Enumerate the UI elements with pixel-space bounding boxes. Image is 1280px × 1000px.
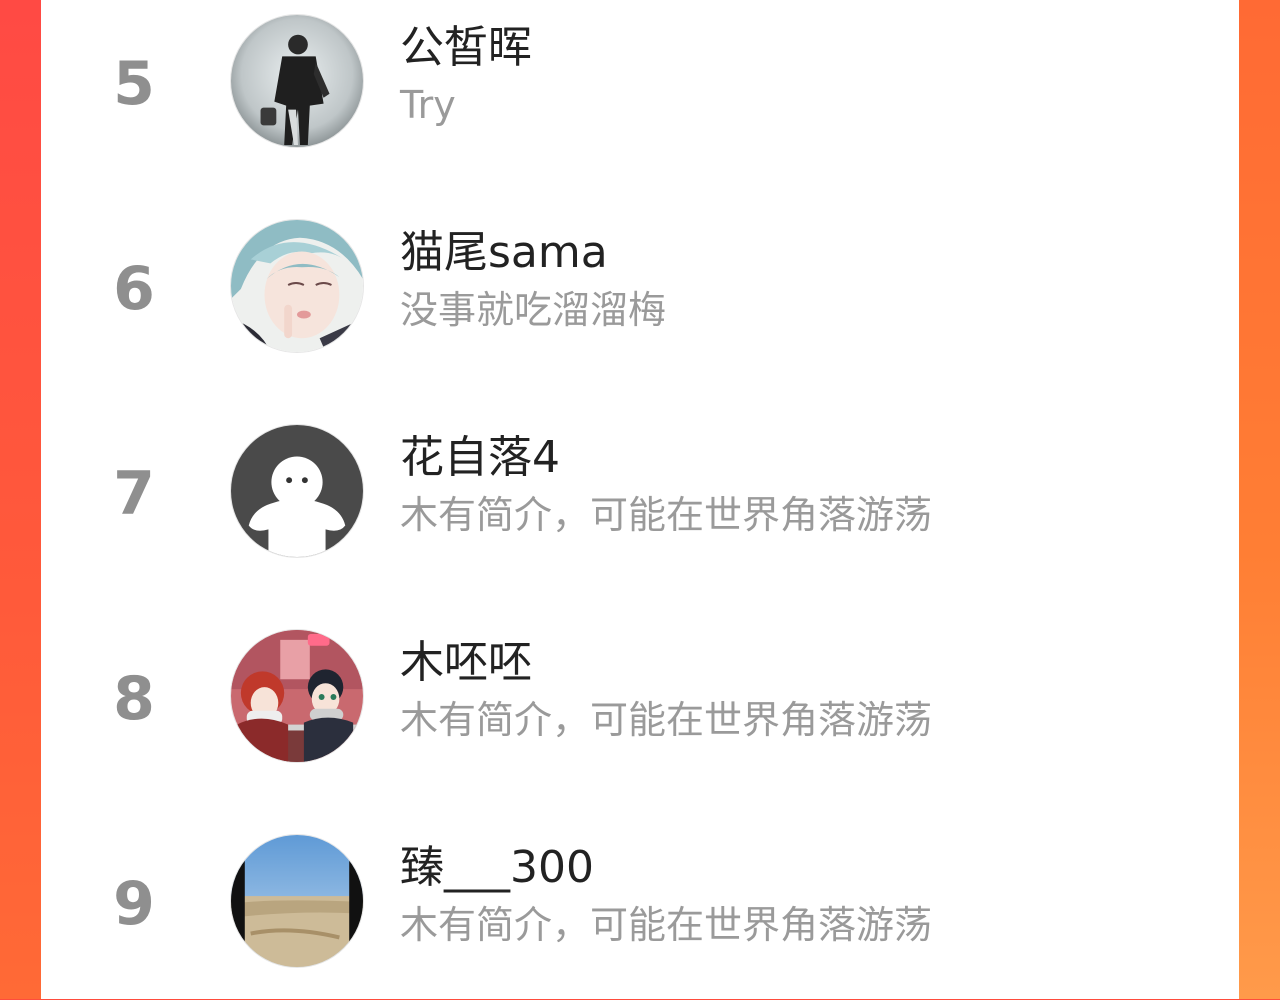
avatar[interactable]	[230, 14, 364, 148]
list-item[interactable]: 7 花自落4 木有简介，可能在世界角落游荡	[41, 410, 1239, 590]
rank-number: 8	[113, 664, 155, 734]
right-gradient-border	[1239, 0, 1280, 999]
list-item[interactable]: 6 猫尾sama 没事就吃溜溜梅	[41, 205, 1239, 385]
user-name: 臻___300	[400, 842, 594, 893]
rank-number: 7	[113, 459, 155, 529]
avatar-photo-figure-icon	[231, 15, 363, 147]
list-item[interactable]: 8 木呸呸 木有简介，可能在世界角落游荡	[41, 615, 1239, 795]
user-bio: 没事就吃溜溜梅	[400, 288, 667, 332]
avatar-default-ghost-icon	[231, 425, 363, 557]
user-bio: 木有简介，可能在世界角落游荡	[400, 698, 933, 742]
user-bio: 木有简介，可能在世界角落游荡	[400, 493, 933, 537]
ranking-list-panel: 5 公皙晖 Try 6 猫尾sama 没事就吃溜溜梅 7 花自落4 木有简介，可…	[41, 0, 1239, 999]
avatar-anime-character-icon	[231, 220, 363, 352]
user-bio: Try	[400, 83, 456, 127]
user-name: 公皙晖	[400, 22, 532, 73]
user-name: 猫尾sama	[400, 227, 608, 278]
rank-number: 6	[113, 254, 155, 324]
left-gradient-border	[0, 0, 41, 999]
rank-number: 9	[113, 869, 155, 939]
list-item[interactable]: 9 臻___300 木有简介，可能在世界角落游荡	[41, 820, 1239, 1000]
avatar-comic-couple-icon	[231, 630, 363, 762]
list-item[interactable]: 5 公皙晖 Try	[41, 0, 1239, 180]
avatar[interactable]	[230, 834, 364, 968]
avatar[interactable]	[230, 629, 364, 763]
rank-number: 5	[113, 49, 155, 119]
avatar[interactable]	[230, 424, 364, 558]
avatar[interactable]	[230, 219, 364, 353]
user-name: 花自落4	[400, 432, 560, 483]
user-name: 木呸呸	[400, 637, 532, 688]
avatar-desert-landscape-icon	[231, 835, 363, 967]
user-bio: 木有简介，可能在世界角落游荡	[400, 903, 933, 947]
